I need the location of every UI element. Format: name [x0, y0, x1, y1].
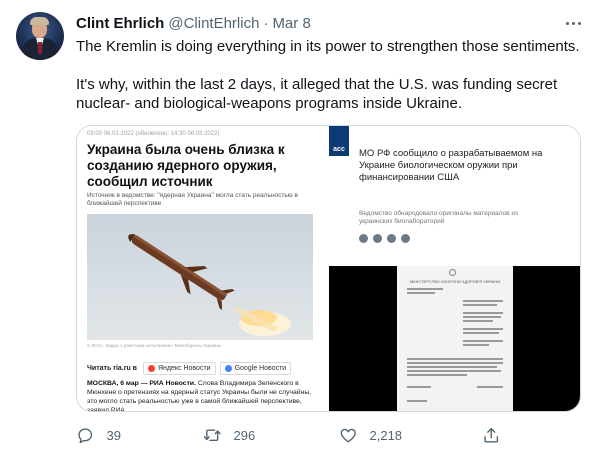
- retweet-icon: [203, 429, 221, 441]
- share-button[interactable]: [482, 424, 501, 446]
- article-subheadline: Источник в ведомстве: "ядерная Украина" …: [87, 192, 298, 207]
- tweet-actions: 39 296 2,218: [76, 424, 506, 446]
- yandex-news-button[interactable]: Яндекс Новости: [142, 361, 216, 375]
- article-headline: Украина была очень близка к созданию яде…: [87, 142, 285, 189]
- google-news-label: Google Новости: [234, 364, 287, 372]
- share-icon: [484, 427, 499, 443]
- document-article-header: acc МО РФ сообщило о разрабатываемом на …: [329, 126, 580, 261]
- article-body: МОСКВА, 6 мар — РИА Новости. Слова Влади…: [87, 379, 317, 411]
- tweet-media: 09:00 06.03.2022 (обновлено: 14:30 06.03…: [76, 125, 581, 412]
- tweet-header: Clint Ehrlich @ClintEhrlich · Mar 8: [76, 13, 311, 33]
- google-icon: [224, 364, 232, 372]
- tweet-text-line-2: It's why, within the last 2 days, it all…: [76, 76, 558, 93]
- retweet-count: 296: [233, 427, 256, 443]
- social-icon[interactable]: [373, 234, 382, 243]
- retweet-button[interactable]: 296: [203, 424, 255, 446]
- reply-count: 39: [106, 427, 121, 443]
- yandex-news-label: Яндекс Новости: [157, 364, 211, 372]
- like-count: 2,218: [369, 427, 403, 443]
- reply-button[interactable]: 39: [76, 424, 121, 446]
- social-icon[interactable]: [401, 234, 410, 243]
- document-seal-icon: [449, 269, 456, 276]
- document-article-subheadline: Ведомство обнародовало оригиналы материа…: [359, 210, 519, 225]
- social-icon[interactable]: [359, 234, 368, 243]
- missile-illustration: [128, 234, 291, 336]
- read-in-bar: Читать ria.ru в Яндекс Новости Google Но…: [87, 361, 295, 375]
- news-logo: acc: [329, 126, 349, 156]
- more-icon[interactable]: [562, 12, 584, 34]
- tweet[interactable]: Clint Ehrlich @ClintEhrlich · Mar 8 The …: [0, 0, 598, 455]
- like-button[interactable]: 2,218: [339, 424, 402, 446]
- avatar[interactable]: [16, 12, 64, 60]
- document-scan-area: МІНІСТЕРСТВО ОХОРОНИ ЗДОРОВ'Я УКРАЇНИ: [329, 266, 580, 411]
- author-name[interactable]: Clint Ehrlich: [76, 15, 164, 32]
- tweet-date[interactable]: Mar 8: [272, 15, 310, 32]
- reply-icon: [78, 428, 93, 444]
- tweet-text-line-1: The Kremlin is doing everything in its p…: [76, 38, 580, 55]
- yandex-icon: [147, 364, 155, 372]
- avatar-hair: [30, 17, 49, 25]
- avatar-tie: [38, 42, 42, 54]
- missile-photo: [87, 214, 313, 340]
- document-page: МІНІСТЕРСТВО ОХОРОНИ ЗДОРОВ'Я УКРАЇНИ: [397, 266, 513, 411]
- google-news-button[interactable]: Google Новости: [219, 361, 292, 375]
- read-in-label: Читать ria.ru в: [87, 364, 137, 372]
- document-article-headline: МО РФ сообщило о разрабатываемом на Укра…: [359, 148, 543, 183]
- media-image-ria-article[interactable]: 09:00 06.03.2022 (обновлено: 14:30 06.03…: [77, 126, 325, 411]
- social-icon[interactable]: [387, 234, 396, 243]
- social-share-icons: [359, 234, 415, 243]
- media-image-document[interactable]: acc МО РФ сообщило о разрабатываемом на …: [329, 126, 580, 411]
- header-separator: ·: [263, 14, 269, 32]
- photo-caption: © Фото : Кадры с ракетным испытанием / М…: [87, 343, 221, 348]
- article-meta: 09:00 06.03.2022 (обновлено: 14:30 06.03…: [87, 131, 220, 137]
- tweet-text-line-3: nuclear- and biological-weapons programs…: [76, 95, 463, 112]
- heart-icon: [340, 428, 356, 443]
- article-body-dateline: МОСКВА, 6 мар — РИА Новости.: [87, 380, 196, 387]
- document-title: МІНІСТЕРСТВО ОХОРОНИ ЗДОРОВ'Я УКРАЇНИ: [409, 279, 501, 284]
- author-handle[interactable]: @ClintEhrlich: [168, 15, 259, 32]
